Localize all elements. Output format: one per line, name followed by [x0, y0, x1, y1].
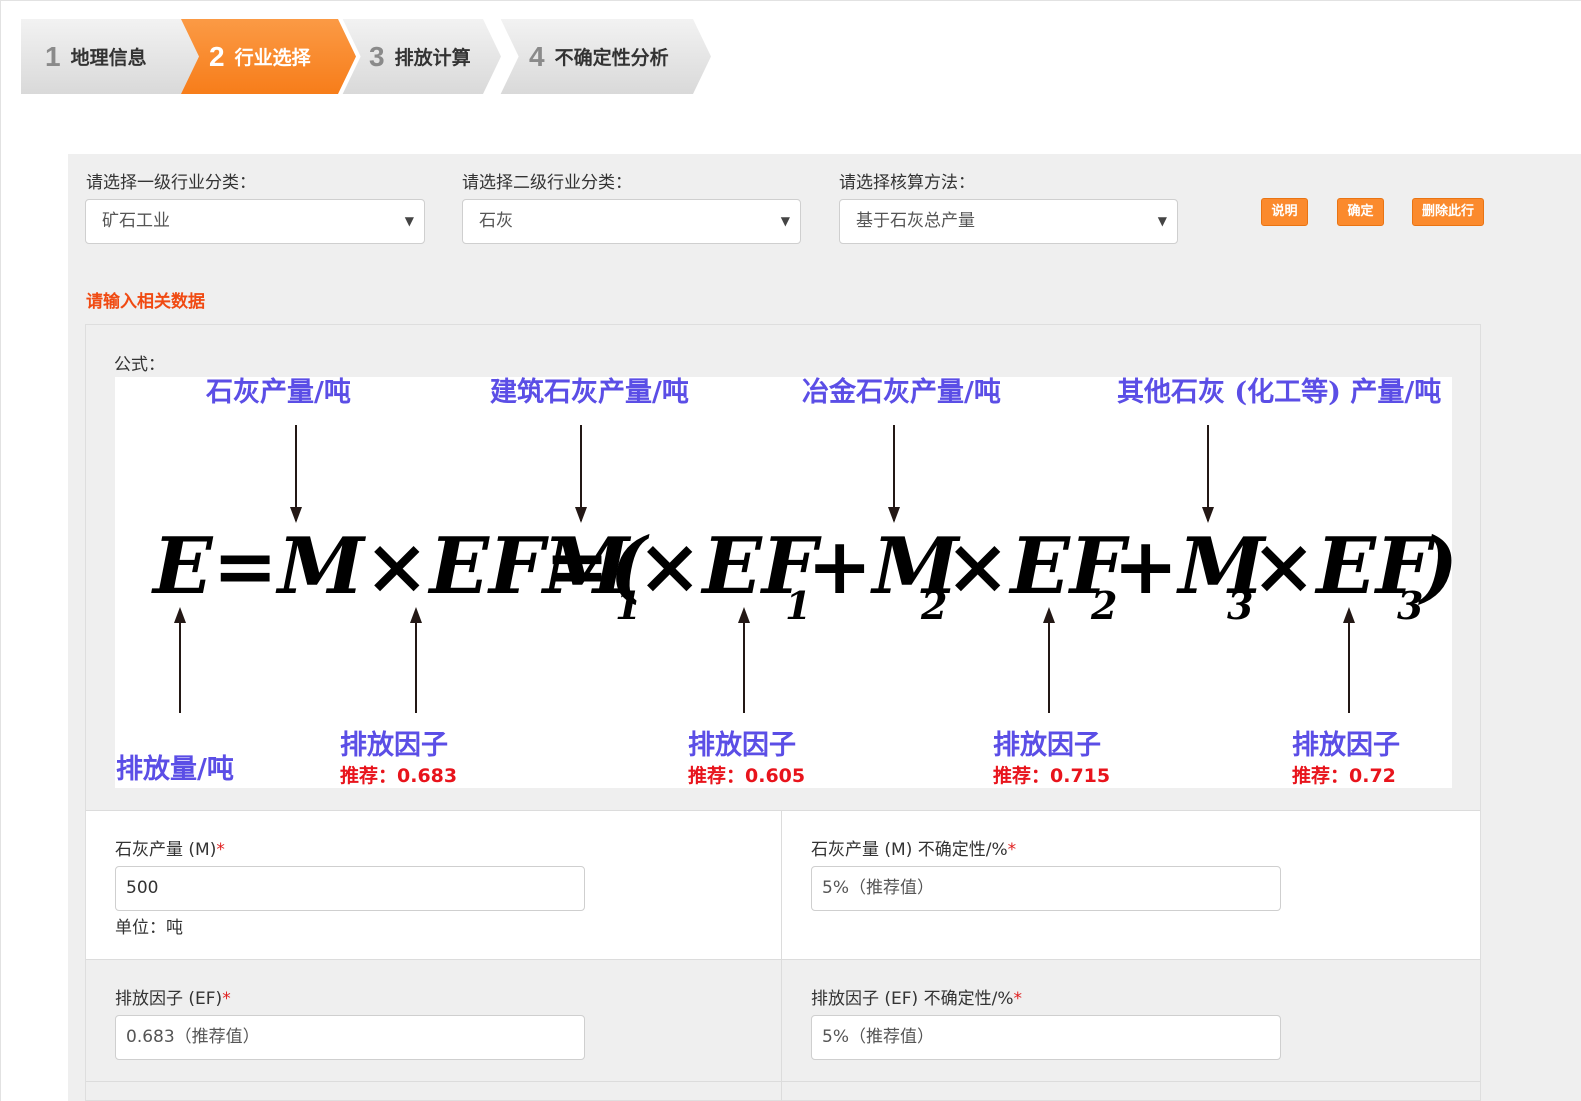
- level2-value: 石灰: [479, 211, 513, 231]
- equation-sub-2: 2: [920, 583, 947, 628]
- wizard-step-4[interactable]: 4 不确定性分析: [499, 19, 711, 94]
- method-value: 基于石灰总产量: [856, 211, 975, 231]
- caret-down-icon: ▼: [1157, 214, 1167, 228]
- wizard-step-1[interactable]: 1 地理信息: [21, 19, 201, 94]
- label-metallurgy-lime: 冶金石灰产量/吨: [802, 377, 1001, 408]
- formula-label: 公式：: [114, 355, 165, 375]
- ef-input[interactable]: 0.683（推荐值）: [115, 1015, 585, 1060]
- divider: [781, 811, 782, 1101]
- confirm-button[interactable]: 确定: [1337, 198, 1384, 226]
- recommended-4: 推荐：0.72: [1292, 764, 1396, 787]
- label-lime-production: 石灰产量/吨: [205, 377, 351, 408]
- level2-label: 请选择二级行业分类：: [462, 173, 632, 193]
- label-factor-1: 排放因子: [340, 729, 448, 761]
- divider: [86, 959, 1480, 960]
- wizard-step-2[interactable]: 2 行业选择: [181, 19, 356, 94]
- recommended-2: 推荐：0.605: [688, 764, 805, 787]
- formula-image: 石灰产量/吨 建筑石灰产量/吨 冶金石灰产量/吨 其他石灰 (化工等) 产量/吨…: [115, 377, 1452, 788]
- step-label: 地理信息: [70, 47, 147, 69]
- level1-value: 矿石工业: [102, 211, 170, 231]
- recommended-3: 推荐：0.715: [993, 764, 1110, 787]
- ef-label: 排放因子 (EF)*: [115, 989, 231, 1009]
- equation-close: ): [1418, 521, 1452, 612]
- step-number: 4: [529, 40, 545, 72]
- production-uncertainty-label: 石灰产量 (M) 不确定性/%*: [811, 840, 1017, 860]
- ef-uncertainty-input[interactable]: 5%（推荐值）: [811, 1015, 1281, 1060]
- label-building-lime: 建筑石灰产量/吨: [490, 377, 689, 408]
- ef-uncertainty-label: 排放因子 (EF) 不确定性/%*: [811, 989, 1022, 1009]
- production-uncertainty-input[interactable]: 5%（推荐值）: [811, 866, 1281, 911]
- step-number: 1: [45, 40, 61, 72]
- explain-button[interactable]: 说明: [1261, 198, 1308, 226]
- label-emission: 排放量/吨: [116, 753, 234, 785]
- method-select[interactable]: 基于石灰总产量 ▼: [839, 199, 1178, 244]
- caret-down-icon: ▼: [404, 214, 414, 228]
- level1-label: 请选择一级行业分类：: [86, 173, 256, 193]
- step-number: 2: [209, 40, 225, 72]
- label-factor-2: 排放因子: [688, 729, 796, 761]
- label-factor-4: 排放因子: [1292, 729, 1400, 761]
- step-label: 不确定性分析: [554, 47, 669, 69]
- level2-select[interactable]: 石灰 ▼: [462, 199, 801, 244]
- section-hint: 请输入相关数据: [86, 292, 205, 312]
- wizard-step-3[interactable]: 3 排放计算: [341, 19, 501, 94]
- step-number: 3: [369, 40, 385, 72]
- caret-down-icon: ▼: [780, 214, 790, 228]
- equation-sub-ef3: 3: [1397, 583, 1423, 628]
- divider: [86, 1081, 1480, 1082]
- method-label: 请选择核算方法：: [839, 173, 975, 193]
- delete-row-button[interactable]: 删除此行: [1412, 198, 1484, 226]
- recommended-1: 推荐：0.683: [340, 764, 457, 787]
- equation-sub-3: 3: [1227, 583, 1253, 628]
- formula-diagram: 石灰产量/吨 建筑石灰产量/吨 冶金石灰产量/吨 其他石灰 (化工等) 产量/吨…: [116, 377, 1452, 787]
- step-label: 行业选择: [234, 47, 311, 69]
- level1-select[interactable]: 矿石工业 ▼: [85, 199, 425, 244]
- label-factor-3: 排放因子: [993, 729, 1101, 761]
- production-input[interactable]: 500: [115, 866, 585, 911]
- production-unit: 单位：吨: [115, 918, 183, 938]
- production-label: 石灰产量 (M)*: [115, 840, 225, 860]
- step-label: 排放计算: [394, 47, 471, 69]
- label-other-lime: 其他石灰 (化工等) 产量/吨: [1117, 377, 1441, 408]
